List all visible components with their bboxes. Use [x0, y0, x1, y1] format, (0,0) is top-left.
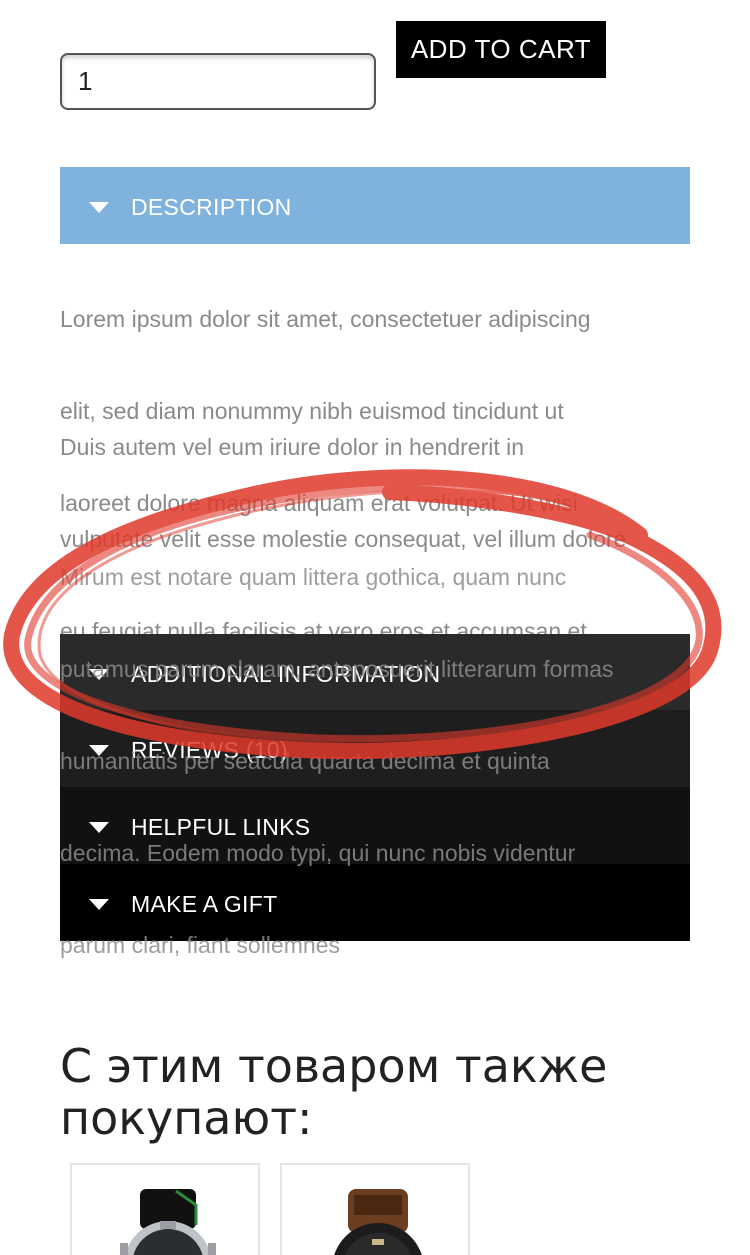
description-line: Mirum est notare quam littera gothica, q…	[60, 564, 567, 590]
description-line: decima. Eodem modo typi, qui nunc nobis …	[60, 840, 576, 866]
add-to-cart-button[interactable]: ADD TO CART	[396, 21, 606, 78]
product-page: ADD TO CART DESCRIPTION Lorem ipsum dolo…	[0, 0, 750, 1255]
description-line: humanitatis per seacula quarta decima et…	[60, 748, 550, 774]
description-line: Duis autem vel eum iriure dolor in hendr…	[60, 434, 525, 460]
accordion-description-header[interactable]: DESCRIPTION	[60, 167, 690, 244]
description-line: putamus parum claram, anteposuerit litte…	[60, 656, 614, 682]
related-product-card[interactable]	[70, 1163, 260, 1255]
wristwatch-black-brown-strap-icon	[334, 1189, 422, 1255]
description-line: parum clari, fiant sollemnes	[60, 932, 340, 958]
wristwatch-silver-black-strap-icon	[120, 1189, 216, 1255]
accordion-description-label: DESCRIPTION	[131, 194, 292, 220]
description-paragraph-3: Mirum est notare quam littera gothica, q…	[60, 508, 700, 1014]
description-line: Lorem ipsum dolor sit amet, consectetuer…	[60, 306, 591, 332]
quantity-input[interactable]	[60, 53, 376, 110]
related-product-card[interactable]	[280, 1163, 470, 1255]
related-title-line: С этим товаром также	[60, 1039, 608, 1093]
related-products-title: С этим товаром также покупают:	[60, 1040, 700, 1144]
triangle-down-icon	[89, 202, 109, 213]
related-title-line: покупают:	[60, 1091, 313, 1145]
